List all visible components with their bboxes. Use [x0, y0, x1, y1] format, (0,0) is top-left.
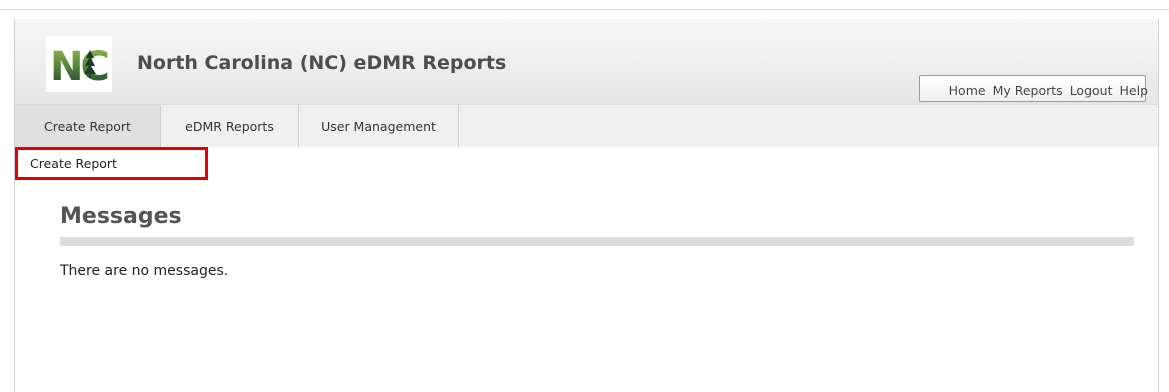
messages-text: There are no messages.	[60, 263, 229, 279]
heading-divider	[60, 237, 1134, 246]
app-window: NC North Carolina (NC) eDMR Reports Home…	[14, 19, 1159, 392]
my-reports-link[interactable]: My Reports	[993, 83, 1063, 98]
nc-logo: NC	[46, 36, 112, 92]
header-links: Home My Reports Logout Help	[949, 83, 1148, 98]
app-title: North Carolina (NC) eDMR Reports	[137, 52, 507, 74]
header: NC North Carolina (NC) eDMR Reports Home…	[15, 19, 1158, 104]
help-link[interactable]: Help	[1120, 83, 1149, 98]
subnav: Create Report	[15, 147, 1158, 180]
top-border	[0, 0, 1169, 10]
tab-create-report[interactable]: Create Report	[15, 105, 161, 148]
subnav-item-create-report[interactable]: Create Report	[15, 147, 208, 180]
svg-text:NC: NC	[50, 44, 107, 90]
main-nav: Create Report eDMR Reports User Manageme…	[15, 104, 1158, 148]
tab-edmr-reports[interactable]: eDMR Reports	[161, 105, 299, 148]
tab-user-management[interactable]: User Management	[299, 105, 459, 148]
home-link[interactable]: Home	[949, 83, 986, 98]
logout-link[interactable]: Logout	[1070, 83, 1113, 98]
messages-heading: Messages	[60, 204, 182, 229]
